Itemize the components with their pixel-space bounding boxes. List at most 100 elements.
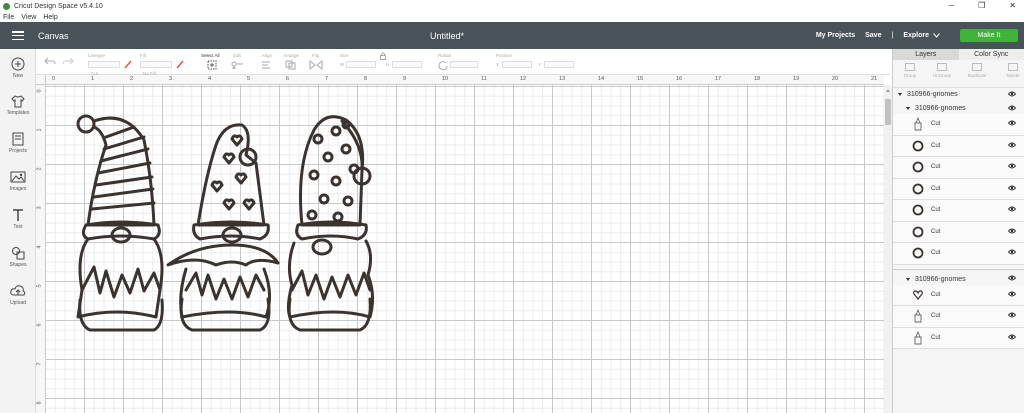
- layer-group[interactable]: 310966-gnomes: [893, 103, 1024, 114]
- linetype-select[interactable]: Cut: [88, 61, 120, 76]
- undo-icon[interactable]: [44, 56, 56, 66]
- duplicate-button[interactable]: Duplicate: [965, 63, 989, 78]
- eye-icon[interactable]: [1007, 206, 1017, 214]
- sidebar-item-shapes[interactable]: Shapes: [0, 246, 36, 268]
- design-canvas[interactable]: [46, 85, 884, 413]
- minimize-button[interactable]: ─: [948, 0, 954, 12]
- eye-icon[interactable]: [1007, 334, 1017, 342]
- make-it-button[interactable]: Make It: [960, 29, 1018, 42]
- caret-down-icon[interactable]: [898, 93, 902, 96]
- y-label: Y: [538, 62, 542, 67]
- eye-icon[interactable]: [1007, 142, 1017, 150]
- delete-button[interactable]: Delete: [1001, 63, 1024, 78]
- linetype-color-swatch-icon[interactable]: [124, 60, 132, 69]
- gnome-artwork[interactable]: [46, 85, 884, 413]
- rotate-input[interactable]: [450, 61, 478, 68]
- tab-color-sync[interactable]: Color Sync: [958, 49, 1024, 60]
- layer-row[interactable]: Cut: [893, 221, 1024, 243]
- eye-icon[interactable]: [1007, 120, 1017, 128]
- ruler-tick-label: 9: [403, 76, 407, 82]
- gnome-striped[interactable]: [76, 114, 164, 332]
- caret-down-icon[interactable]: [906, 277, 910, 281]
- menu-help[interactable]: Help: [43, 14, 57, 21]
- lock-icon[interactable]: [380, 52, 386, 60]
- select-all-icon[interactable]: [207, 60, 217, 70]
- sidebar-item-images[interactable]: Images: [0, 170, 36, 192]
- sidebar-item-templates[interactable]: Templates: [0, 94, 36, 116]
- close-button[interactable]: ✕: [1009, 0, 1016, 12]
- eye-icon[interactable]: [1007, 249, 1017, 257]
- layer-group[interactable]: 310966-gnomes: [893, 274, 1024, 285]
- my-projects-button[interactable]: My Projects: [816, 32, 855, 39]
- flip-icon[interactable]: [309, 60, 323, 70]
- eye-icon[interactable]: [1007, 185, 1017, 193]
- window-titlebar: Cricut Design Space v5.4.10 ─ ❐ ✕: [0, 0, 1024, 12]
- layer-row[interactable]: Cut: [893, 114, 1024, 136]
- ungroup-button[interactable]: UnGroup: [930, 63, 954, 78]
- layer-row[interactable]: Cut: [893, 243, 1024, 265]
- scroll-up-icon[interactable]: [886, 89, 890, 92]
- ruler-horizontal: 0 1 2 3 4 5 6 7 8 9 10 11 12 13 14 15 16 17 18 19 20 21: [46, 75, 884, 85]
- layer-row[interactable]: Cut: [893, 135, 1024, 157]
- width-input[interactable]: [346, 61, 376, 68]
- edit-toolbar: Linetype Cut Fill No Fill Select All Edi…: [36, 49, 890, 76]
- sidebar-item-upload[interactable]: Upload: [0, 284, 36, 306]
- layer-group[interactable]: 310966-gnomes: [893, 89, 1024, 100]
- explore-button[interactable]: Explore: [903, 32, 929, 39]
- duplicate-icon: [972, 63, 982, 71]
- eye-icon[interactable]: [1007, 291, 1017, 299]
- canvas-scrollbar[interactable]: [884, 85, 892, 413]
- eye-icon[interactable]: [1007, 312, 1017, 320]
- gnome-dots[interactable]: [286, 115, 375, 332]
- arrange-icon[interactable]: [285, 60, 299, 70]
- fill-label: Fill: [140, 53, 146, 58]
- position-x-input[interactable]: [502, 61, 532, 68]
- group-label: Group: [903, 73, 917, 78]
- eye-icon[interactable]: [1007, 228, 1017, 236]
- gnome-hearts[interactable]: [166, 123, 280, 332]
- sidebar-item-projects[interactable]: Projects: [0, 132, 36, 154]
- position-y-input[interactable]: [544, 61, 574, 68]
- maximize-button[interactable]: ❐: [978, 0, 985, 12]
- delete-icon: [1008, 63, 1018, 71]
- layers-panel: Layers Color Sync Group UnGroup Duplicat…: [892, 49, 1024, 413]
- rotate-icon: [438, 61, 448, 70]
- edit-icon[interactable]: [231, 60, 245, 69]
- sidebar-item-text[interactable]: Text: [0, 208, 36, 230]
- height-input[interactable]: [392, 61, 422, 68]
- eye-icon[interactable]: [1007, 163, 1017, 171]
- align-icon[interactable]: [261, 60, 275, 69]
- hamburger-menu-icon[interactable]: [12, 31, 24, 40]
- layer-row[interactable]: Cut: [893, 306, 1024, 328]
- eye-icon[interactable]: [1007, 275, 1017, 283]
- caret-down-icon[interactable]: [906, 107, 910, 110]
- redo-icon[interactable]: [62, 56, 74, 66]
- fill-select[interactable]: No Fill: [140, 61, 172, 76]
- layer-label: Cut: [931, 250, 941, 257]
- ruler-tick-label: 11: [481, 76, 487, 82]
- layer-row[interactable]: Cut: [893, 327, 1024, 349]
- save-button[interactable]: Save: [865, 32, 881, 39]
- chevron-down-icon[interactable]: [933, 33, 940, 38]
- fill-color-swatch-icon[interactable]: [176, 60, 184, 69]
- scrollbar-thumb[interactable]: [885, 99, 891, 125]
- layer-row[interactable]: Cut: [893, 200, 1024, 222]
- eye-icon[interactable]: [1007, 105, 1017, 113]
- image-icon: [10, 171, 26, 183]
- sidebar-label: Upload: [10, 300, 26, 306]
- layer-row[interactable]: Cut: [893, 157, 1024, 179]
- tab-layers[interactable]: Layers: [893, 49, 959, 60]
- sidebar-item-new[interactable]: New: [0, 57, 36, 79]
- ruler-tick-label: 7: [36, 362, 43, 366]
- ruler-tick-label: 5: [247, 76, 251, 82]
- group-button[interactable]: Group: [898, 63, 922, 78]
- ruler-tick-label: 3: [36, 206, 43, 210]
- sidebar-label: New: [12, 73, 23, 79]
- layer-label: Cut: [931, 334, 941, 341]
- layer-row[interactable]: Cut: [893, 178, 1024, 200]
- eye-icon[interactable]: [1007, 91, 1017, 99]
- menu-file[interactable]: File: [3, 14, 14, 21]
- layer-row[interactable]: Cut: [893, 284, 1024, 306]
- menu-view[interactable]: View: [21, 14, 36, 21]
- linetype-label: Linetype: [88, 53, 106, 58]
